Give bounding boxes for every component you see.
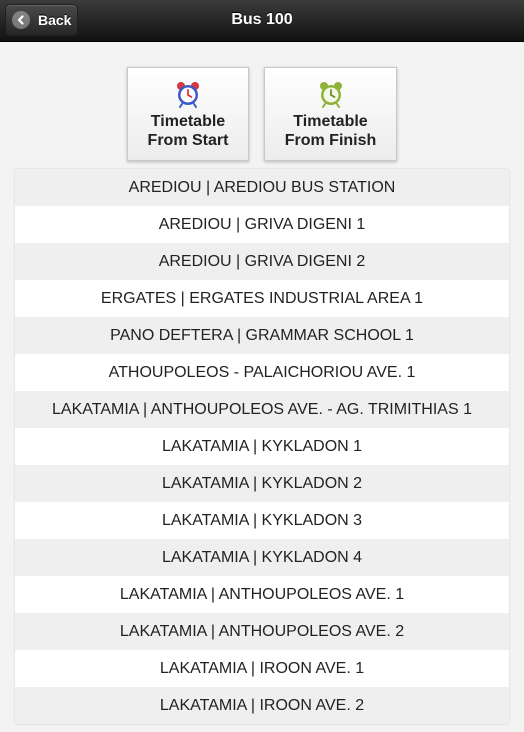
timetable-start-line1: Timetable bbox=[150, 113, 226, 130]
back-label: Back bbox=[38, 12, 72, 28]
list-item[interactable]: ATHOUPOLEOS - PALAICHORIOU AVE. 1 bbox=[15, 354, 509, 391]
list-item[interactable]: AREDIOU | GRIVA DIGENI 1 bbox=[15, 206, 509, 243]
timetable-finish-line1: Timetable bbox=[293, 113, 368, 130]
list-item[interactable]: AREDIOU | AREDIOU BUS STATION bbox=[15, 169, 509, 206]
list-item[interactable]: PANO DEFTERA | GRAMMAR SCHOOL 1 bbox=[15, 317, 509, 354]
alarm-clock-icon bbox=[319, 82, 342, 108]
list-item[interactable]: LAKATAMIA | ANTHOUPOLEOS AVE. 1 bbox=[15, 576, 509, 613]
arrow-left-icon bbox=[12, 11, 30, 29]
list-item[interactable]: LAKATAMIA | IROON AVE. 1 bbox=[15, 650, 509, 687]
stop-list: AREDIOU | AREDIOU BUS STATION AREDIOU | … bbox=[15, 169, 509, 724]
list-item[interactable]: LAKATAMIA | KYKLADON 1 bbox=[15, 428, 509, 465]
list-item[interactable]: AREDIOU | GRIVA DIGENI 2 bbox=[15, 243, 509, 280]
list-item[interactable]: LAKATAMIA | KYKLADON 3 bbox=[15, 502, 509, 539]
list-item[interactable]: LAKATAMIA | KYKLADON 2 bbox=[15, 465, 509, 502]
list-item[interactable]: LAKATAMIA | ANTHOUPOLEOS AVE. 2 bbox=[15, 613, 509, 650]
list-item[interactable]: LAKATAMIA | ANTHOUPOLEOS AVE. - AG. TRIM… bbox=[15, 391, 509, 428]
timetable-start-line2: From Start bbox=[147, 132, 229, 149]
list-item[interactable]: LAKATAMIA | IROON AVE. 2 bbox=[15, 687, 509, 724]
back-button[interactable]: Back bbox=[5, 4, 78, 36]
page-title: Bus 100 bbox=[231, 11, 293, 28]
alarm-clock-icon bbox=[177, 82, 199, 108]
timetable-from-finish-button[interactable]: Timetable From Finish bbox=[264, 67, 397, 161]
timetable-from-start-button[interactable]: Timetable From Start bbox=[127, 67, 249, 161]
timetable-finish-line2: From Finish bbox=[284, 132, 377, 149]
list-item[interactable]: LAKATAMIA | KYKLADON 4 bbox=[15, 539, 509, 576]
list-item[interactable]: ERGATES | ERGATES INDUSTRIAL AREA 1 bbox=[15, 280, 509, 317]
header-bar: Back Bus 100 bbox=[0, 0, 524, 42]
